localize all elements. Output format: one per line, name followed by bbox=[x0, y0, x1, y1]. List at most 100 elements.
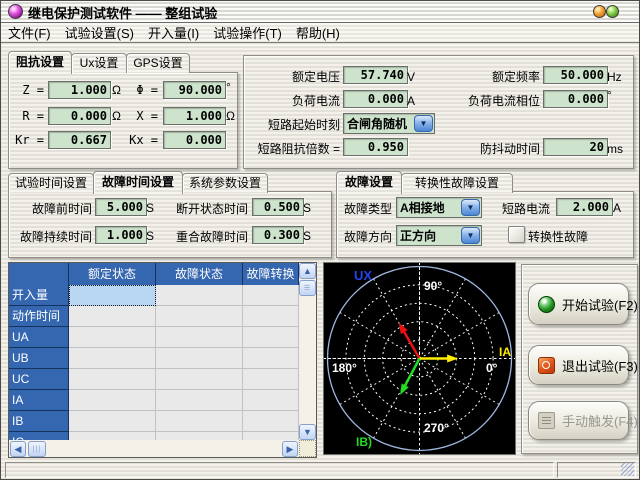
menu-test-settings[interactable]: 试验设置(S) bbox=[65, 23, 134, 42]
table-cell[interactable] bbox=[243, 327, 299, 348]
scroll-right-button[interactable]: ▶ bbox=[282, 441, 298, 457]
chevron-down-icon[interactable]: ▼ bbox=[461, 227, 480, 244]
kr-input[interactable]: 0.667 bbox=[48, 131, 111, 149]
prefault-time-unit: S bbox=[146, 201, 154, 215]
col-header-rated[interactable]: 额定状态 bbox=[69, 263, 156, 285]
convert-fault-label: 转换性故障 bbox=[528, 228, 588, 245]
h-scrollbar[interactable] bbox=[9, 440, 299, 457]
table-cell[interactable] bbox=[156, 390, 243, 411]
start-icon bbox=[538, 296, 555, 313]
table-cell[interactable] bbox=[243, 432, 299, 440]
selected-cell[interactable] bbox=[69, 285, 156, 306]
table-cell[interactable] bbox=[156, 369, 243, 390]
tab-ux[interactable]: Ux设置 bbox=[71, 53, 127, 73]
titlebar[interactable]: 继电保护测试软件 —— 整组试验 bbox=[0, 0, 640, 23]
phasor-svg bbox=[324, 263, 515, 454]
r-input[interactable]: 0.000 bbox=[48, 107, 111, 125]
reclose-time-input[interactable]: 0.300 bbox=[252, 226, 304, 244]
scroll-up-button[interactable]: ▲ bbox=[299, 263, 316, 279]
table-cell[interactable] bbox=[156, 348, 243, 369]
short-current-label: 短路电流 bbox=[502, 200, 550, 217]
row-header[interactable]: 动作时间 bbox=[9, 306, 69, 327]
prefault-time-input[interactable]: 5.000 bbox=[95, 198, 147, 216]
tab-test-times[interactable]: 试验时间设置 bbox=[8, 173, 94, 193]
chevron-down-icon[interactable]: ▼ bbox=[414, 115, 433, 132]
short-current-input[interactable]: 2.000 bbox=[556, 198, 613, 216]
app-icon[interactable] bbox=[8, 4, 23, 19]
rated-voltage-input[interactable]: 57.740 bbox=[343, 66, 408, 84]
table-cell[interactable] bbox=[243, 369, 299, 390]
menu-test-operation[interactable]: 试验操作(T) bbox=[213, 23, 282, 42]
menu-help[interactable]: 帮助(H) bbox=[296, 23, 340, 42]
start-test-label: 开始试验(F2) bbox=[562, 295, 638, 314]
tab-impedance[interactable]: 阻抗设置 bbox=[8, 51, 72, 74]
resize-grip[interactable] bbox=[621, 463, 634, 476]
table-cell[interactable] bbox=[69, 369, 156, 390]
phasor-label-ux: UX bbox=[354, 268, 372, 283]
fault-type-value: A相接地 bbox=[397, 199, 460, 216]
x-input[interactable]: 1.000 bbox=[163, 107, 226, 125]
table-cell[interactable] bbox=[243, 390, 299, 411]
table-cell[interactable] bbox=[156, 327, 243, 348]
row-header[interactable]: IA bbox=[9, 390, 69, 411]
tab-fault-settings[interactable]: 故障设置 bbox=[336, 171, 402, 194]
v-scroll-thumb[interactable]: ☰ bbox=[299, 280, 316, 296]
debounce-input[interactable]: 20 bbox=[543, 138, 608, 156]
menu-file[interactable]: 文件(F) bbox=[8, 23, 51, 42]
impedance-ratio-input[interactable]: 0.950 bbox=[343, 138, 408, 156]
row-header[interactable]: UC bbox=[9, 369, 69, 390]
fault-duration-input[interactable]: 1.000 bbox=[95, 226, 147, 244]
table-cell[interactable] bbox=[243, 348, 299, 369]
exit-test-button[interactable]: 退出试验(F3) bbox=[528, 345, 629, 385]
fault-duration-unit: S bbox=[146, 229, 154, 243]
row-header[interactable]: IC bbox=[9, 432, 69, 440]
open-time-input[interactable]: 0.500 bbox=[252, 198, 304, 216]
fault-duration-label: 故障持续时间 bbox=[10, 228, 92, 245]
table-cell[interactable] bbox=[69, 390, 156, 411]
tab-system-params[interactable]: 系统参数设置 bbox=[182, 173, 268, 193]
close-button[interactable] bbox=[606, 5, 619, 18]
table-cell[interactable] bbox=[69, 348, 156, 369]
row-header[interactable]: 开入量 bbox=[9, 285, 69, 306]
row-header[interactable]: IB bbox=[9, 411, 69, 432]
kx-input[interactable]: 0.000 bbox=[163, 131, 226, 149]
short-start-combo[interactable]: 合闸角随机 ▼ bbox=[343, 113, 435, 134]
minimize-button[interactable] bbox=[593, 5, 606, 18]
table-cell[interactable] bbox=[156, 306, 243, 327]
load-current-input[interactable]: 0.000 bbox=[343, 90, 408, 108]
table-cell[interactable] bbox=[243, 306, 299, 327]
h-scroll-thumb[interactable]: ||| bbox=[28, 441, 46, 457]
table-cell[interactable] bbox=[69, 306, 156, 327]
tab-gps[interactable]: GPS设置 bbox=[126, 53, 190, 73]
corner-header bbox=[9, 263, 69, 285]
menu-divider bbox=[0, 42, 640, 46]
tab-fault-times[interactable]: 故障时间设置 bbox=[93, 171, 183, 194]
chevron-down-icon[interactable]: ▼ bbox=[461, 199, 480, 216]
col-header-fault[interactable]: 故障状态 bbox=[156, 263, 243, 285]
scroll-down-button[interactable]: ▼ bbox=[299, 424, 316, 440]
menu-input-quantity[interactable]: 开入量(I) bbox=[148, 23, 199, 42]
z-input[interactable]: 1.000 bbox=[48, 81, 111, 99]
table-cell[interactable] bbox=[156, 285, 243, 306]
fault-dir-value: 正方向 bbox=[397, 227, 460, 244]
row-header[interactable]: UB bbox=[9, 348, 69, 369]
fault-type-combo[interactable]: A相接地 ▼ bbox=[396, 197, 482, 218]
table-cell[interactable] bbox=[156, 411, 243, 432]
table-cell[interactable] bbox=[243, 411, 299, 432]
start-test-button[interactable]: 开始试验(F2) bbox=[528, 283, 629, 325]
phi-input[interactable]: 90.000 bbox=[163, 81, 226, 99]
phasor-label-ib: IB) bbox=[356, 435, 372, 449]
scroll-left-button[interactable]: ◀ bbox=[10, 441, 26, 457]
rated-freq-input[interactable]: 50.000 bbox=[543, 66, 608, 84]
convert-fault-checkbox[interactable] bbox=[508, 226, 525, 243]
load-phase-input[interactable]: 0.000 bbox=[543, 90, 608, 108]
fault-dir-combo[interactable]: 正方向 ▼ bbox=[396, 225, 482, 246]
table-cell[interactable] bbox=[243, 285, 299, 306]
table-cell[interactable] bbox=[156, 432, 243, 440]
table-cell[interactable] bbox=[69, 411, 156, 432]
table-cell[interactable] bbox=[69, 432, 156, 440]
col-header-convert[interactable]: 故障转换 bbox=[243, 263, 299, 285]
table-cell[interactable] bbox=[69, 327, 156, 348]
tab-convert-fault-settings[interactable]: 转换性故障设置 bbox=[401, 173, 513, 193]
row-header[interactable]: UA bbox=[9, 327, 69, 348]
